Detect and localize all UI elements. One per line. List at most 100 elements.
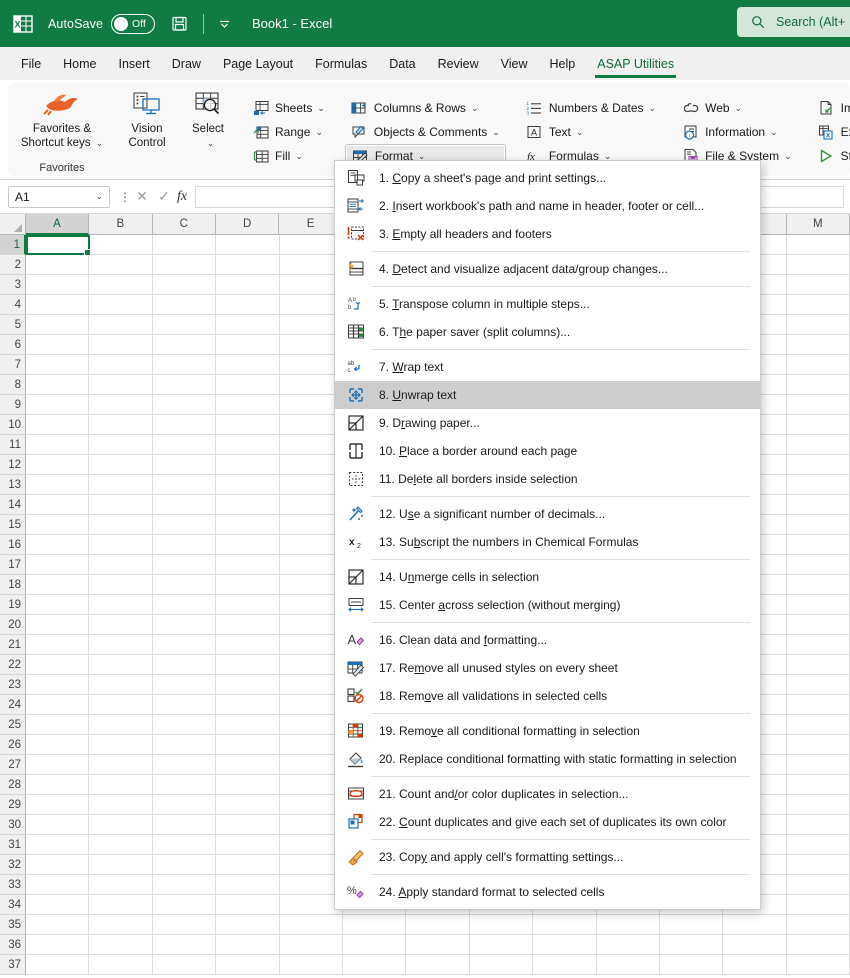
cell-A34[interactable]: [26, 895, 90, 915]
cell-M2[interactable]: [786, 255, 850, 275]
cell-B17[interactable]: [89, 555, 153, 575]
cell-I37[interactable]: [533, 955, 597, 975]
row-header-13[interactable]: 13: [0, 475, 26, 495]
menu-item-21[interactable]: 21. Count and/or color duplicates in sel…: [335, 780, 760, 808]
cell-D33[interactable]: [216, 875, 280, 895]
row-header-15[interactable]: 15: [0, 515, 26, 535]
column-header-B[interactable]: B: [89, 214, 153, 235]
cell-A1[interactable]: [26, 235, 90, 255]
format-dropdown-menu[interactable]: 1. Copy a sheet's page and print setting…: [334, 160, 761, 910]
cell-I36[interactable]: [533, 935, 597, 955]
tab-page-layout[interactable]: Page Layout: [212, 53, 304, 75]
cell-C4[interactable]: [152, 295, 217, 315]
cell-D34[interactable]: [216, 895, 280, 915]
chevron-down-icon[interactable]: ⌄: [649, 103, 657, 114]
cell-B29[interactable]: [89, 795, 153, 815]
tab-data[interactable]: Data: [378, 53, 426, 75]
cell-D2[interactable]: [216, 255, 280, 275]
row-header-17[interactable]: 17: [0, 555, 26, 575]
row-header-30[interactable]: 30: [0, 815, 26, 835]
cell-G37[interactable]: [406, 955, 470, 975]
cell-M16[interactable]: [786, 535, 850, 555]
row-header-8[interactable]: 8: [0, 375, 26, 395]
cell-C18[interactable]: [152, 575, 217, 595]
cell-D3[interactable]: [216, 275, 280, 295]
fill-button[interactable]: Fill ⌄: [246, 144, 331, 168]
cell-B35[interactable]: [89, 915, 153, 935]
row-header-21[interactable]: 21: [0, 635, 26, 655]
cell-M5[interactable]: [786, 315, 850, 335]
menu-item-4[interactable]: 4. Detect and visualize adjacent data/gr…: [335, 255, 760, 283]
row-header-19[interactable]: 19: [0, 595, 26, 615]
cell-A8[interactable]: [26, 375, 90, 395]
cell-C22[interactable]: [152, 655, 217, 675]
cell-B23[interactable]: [89, 675, 153, 695]
cell-A32[interactable]: [26, 855, 90, 875]
cell-M37[interactable]: [786, 955, 850, 975]
cell-A14[interactable]: [26, 495, 90, 515]
select-button[interactable]: Select ⌄: [178, 83, 238, 150]
tab-asap-utilities[interactable]: ASAP Utilities: [586, 53, 685, 78]
chevron-down-icon[interactable]: ⌄: [492, 127, 500, 138]
cell-A36[interactable]: [26, 935, 90, 955]
cell-C21[interactable]: [152, 635, 217, 655]
cell-B7[interactable]: [89, 355, 153, 375]
row-header-2[interactable]: 2: [0, 255, 26, 275]
cell-D9[interactable]: [216, 395, 280, 415]
cell-K36[interactable]: [659, 935, 724, 955]
column-header-A[interactable]: A: [25, 214, 90, 235]
cell-B25[interactable]: [89, 715, 153, 735]
cell-C37[interactable]: [152, 955, 217, 975]
cell-M1[interactable]: [786, 235, 850, 255]
cell-C26[interactable]: [152, 735, 217, 755]
column-header-D[interactable]: D: [215, 214, 280, 235]
cell-M4[interactable]: [786, 295, 850, 315]
cell-B6[interactable]: [89, 335, 153, 355]
row-header-20[interactable]: 20: [0, 615, 26, 635]
cell-M32[interactable]: [786, 855, 850, 875]
cell-B9[interactable]: [89, 395, 153, 415]
cell-M21[interactable]: [786, 635, 850, 655]
cell-D7[interactable]: [216, 355, 280, 375]
cell-D19[interactable]: [216, 595, 280, 615]
cell-A31[interactable]: [26, 835, 90, 855]
cell-C10[interactable]: [152, 415, 217, 435]
chevron-down-icon[interactable]: ⌄: [315, 127, 323, 138]
cell-M34[interactable]: [786, 895, 850, 915]
favorites-shortcut-keys-button[interactable]: Favorites & Shortcut keys ⌄: [8, 83, 116, 150]
cell-A17[interactable]: [26, 555, 90, 575]
cell-D28[interactable]: [216, 775, 280, 795]
cell-M11[interactable]: [786, 435, 850, 455]
cell-M36[interactable]: [786, 935, 850, 955]
cell-A3[interactable]: [26, 275, 90, 295]
cancel-x-icon[interactable]: ✕: [131, 188, 153, 205]
cell-B8[interactable]: [89, 375, 153, 395]
cell-D15[interactable]: [216, 515, 280, 535]
cell-B34[interactable]: [89, 895, 153, 915]
menu-item-3[interactable]: 3. Empty all headers and footers: [335, 220, 760, 248]
cell-A37[interactable]: [26, 955, 90, 975]
row-header-28[interactable]: 28: [0, 775, 26, 795]
row-header-27[interactable]: 27: [0, 755, 26, 775]
cell-C7[interactable]: [152, 355, 217, 375]
cell-M33[interactable]: [786, 875, 850, 895]
menu-item-10[interactable]: 10. Place a border around each page: [335, 437, 760, 465]
row-header-22[interactable]: 22: [0, 655, 26, 675]
cell-C15[interactable]: [152, 515, 217, 535]
cell-C2[interactable]: [152, 255, 217, 275]
cell-C9[interactable]: [152, 395, 217, 415]
cell-J37[interactable]: [596, 955, 660, 975]
insert-function-fx-icon[interactable]: fx: [177, 189, 187, 205]
cell-F37[interactable]: [342, 955, 407, 975]
cell-C8[interactable]: [152, 375, 217, 395]
cell-D31[interactable]: [216, 835, 280, 855]
numbers-dates-button[interactable]: 1 2 3 Numbers & Dates ⌄: [520, 96, 662, 120]
cell-J35[interactable]: [596, 915, 660, 935]
start-button[interactable]: Start ⌄: [812, 144, 850, 168]
cell-D8[interactable]: [216, 375, 280, 395]
cell-A7[interactable]: [26, 355, 90, 375]
cell-C28[interactable]: [152, 775, 217, 795]
row-header-14[interactable]: 14: [0, 495, 26, 515]
cell-A10[interactable]: [26, 415, 90, 435]
cell-C30[interactable]: [152, 815, 217, 835]
